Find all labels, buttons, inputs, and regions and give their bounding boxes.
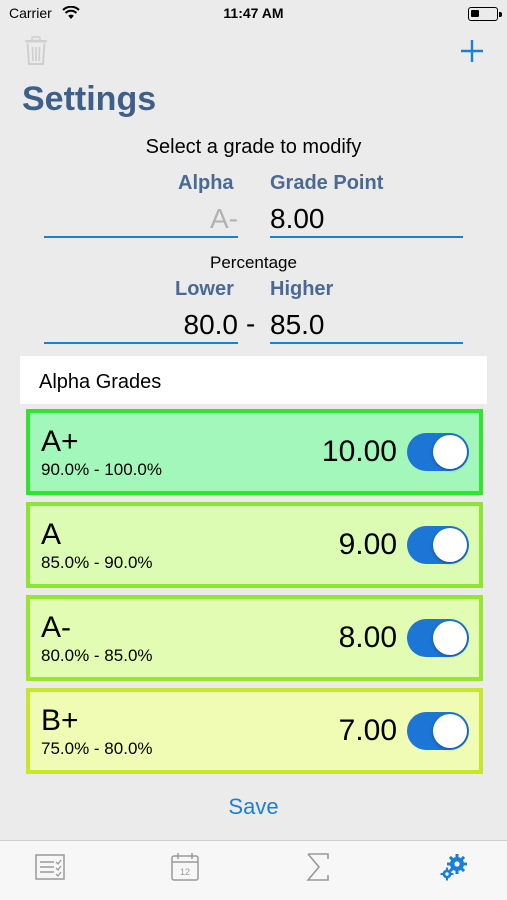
lower-value: 80.0 <box>183 309 239 340</box>
higher-value: 85.0 <box>270 309 325 340</box>
sigma-icon <box>306 853 329 881</box>
lower-field[interactable]: 80.0 <box>44 308 238 344</box>
toggle-knob <box>433 435 467 469</box>
higher-field[interactable]: 85.0 <box>270 308 463 344</box>
clock: 11:47 AM <box>223 5 284 21</box>
trash-icon[interactable] <box>24 36 48 66</box>
grade-name: B+ <box>41 704 79 737</box>
tab-sum[interactable] <box>303 849 343 889</box>
tab-bar: 12 <box>0 840 507 900</box>
calendar-icon: 12 <box>171 853 199 881</box>
alpha-field[interactable]: A- <box>44 202 238 238</box>
calendar-day-label: 12 <box>180 867 190 877</box>
toggle-knob <box>433 621 467 655</box>
grade-toggle[interactable] <box>407 712 469 750</box>
battery-icon <box>468 7 502 21</box>
grade-card-a[interactable]: A 85.0% - 90.0% 9.00 <box>26 502 483 588</box>
tab-list[interactable] <box>34 849 74 889</box>
grade-toggle[interactable] <box>407 526 469 564</box>
page-title: Settings <box>22 80 157 118</box>
grade-point-value: 8.00 <box>270 203 325 234</box>
alpha-label: Alpha <box>178 172 234 194</box>
higher-label: Higher <box>270 278 334 300</box>
section-title: Alpha Grades <box>39 371 162 393</box>
toggle-knob <box>433 528 467 562</box>
grade-range: 80.0% - 85.0% <box>41 646 153 665</box>
grade-toggle[interactable] <box>407 433 469 471</box>
toggle-knob <box>433 714 467 748</box>
grade-card-a-plus[interactable]: A+ 90.0% - 100.0% 10.00 <box>26 409 483 495</box>
add-icon[interactable] <box>459 38 485 64</box>
grade-points: 10.00 <box>321 435 397 468</box>
tab-settings[interactable] <box>437 849 477 889</box>
grade-point-field[interactable]: 8.00 <box>270 202 463 238</box>
lower-label: Lower <box>175 278 234 300</box>
list-icon <box>35 854 65 880</box>
grade-points: 7.00 <box>338 714 397 747</box>
grade-name: A <box>41 518 62 551</box>
alpha-grades-header: Alpha Grades <box>20 356 487 404</box>
gears-icon <box>440 854 467 881</box>
percentage-label: Percentage <box>210 253 297 272</box>
grade-points: 8.00 <box>338 621 397 654</box>
alpha-value: A- <box>210 203 238 234</box>
grade-name: A+ <box>41 425 79 458</box>
save-button[interactable]: Save <box>0 794 507 820</box>
range-separator: - <box>246 308 256 339</box>
grade-range: 90.0% - 100.0% <box>41 460 162 479</box>
grade-range: 75.0% - 80.0% <box>41 739 153 758</box>
grade-range: 85.0% - 90.0% <box>41 553 153 572</box>
grade-card-a-minus[interactable]: A- 80.0% - 85.0% 8.00 <box>26 595 483 681</box>
tab-calendar[interactable]: 12 <box>168 849 208 889</box>
grade-name: A- <box>41 611 71 644</box>
grade-toggle[interactable] <box>407 619 469 657</box>
grade-point-label: Grade Point <box>270 172 384 194</box>
status-bar: Carrier 11:47 AM <box>0 0 507 28</box>
grade-card-b-plus[interactable]: B+ 75.0% - 80.0% 7.00 <box>26 688 483 774</box>
select-grade-prompt: Select a grade to modify <box>145 136 362 158</box>
grade-points: 9.00 <box>338 528 397 561</box>
settings-screen: Carrier 11:47 AM Settings Select a grade… <box>0 0 507 900</box>
